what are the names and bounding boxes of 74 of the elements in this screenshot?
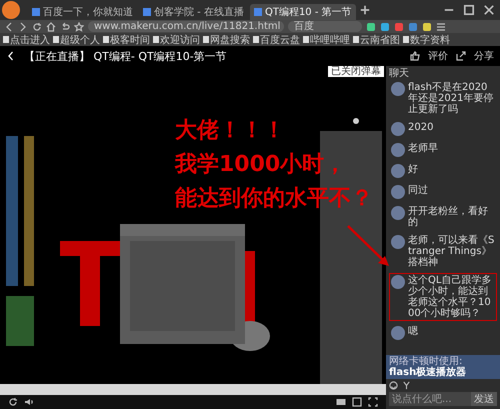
- close-icon[interactable]: [482, 3, 496, 17]
- action-link[interactable]: 分享: [474, 49, 494, 63]
- bookmark-icon: [153, 36, 159, 43]
- chat-message: 开开老粉丝，看好的: [408, 206, 489, 228]
- avatar-icon: [391, 143, 405, 157]
- reload-icon[interactable]: [32, 22, 42, 32]
- bookmark-link[interactable]: 点击进入: [10, 33, 50, 46]
- annotation-text: 能达到你的水平不？: [175, 185, 373, 213]
- thumbs-up-icon[interactable]: [410, 51, 420, 61]
- bookmark-link[interactable]: 百度云盘: [260, 33, 300, 46]
- subtitles-icon[interactable]: [336, 397, 346, 407]
- bookmark-icon: [103, 36, 109, 43]
- bookmark-link[interactable]: 极客时间: [110, 33, 150, 46]
- chat-message: 嗯: [408, 326, 418, 339]
- screen-icon[interactable]: [352, 397, 362, 407]
- message-input[interactable]: 说点什么吧...: [389, 392, 471, 406]
- send-button[interactable]: 发送: [471, 392, 497, 406]
- arrow: [345, 224, 391, 268]
- maximize-icon[interactable]: [462, 3, 476, 17]
- page-icon: [143, 8, 151, 16]
- avatar-icon: [391, 235, 405, 249]
- bookmark-icon: [203, 36, 209, 43]
- forward-icon[interactable]: [18, 22, 28, 32]
- bookmark-icon: [3, 36, 9, 43]
- chat-message: 好: [408, 164, 418, 177]
- avatar-icon: [391, 164, 405, 178]
- address-field[interactable]: www.makeru.com.cn/live/11821.html: [88, 21, 284, 32]
- volume-icon[interactable]: [24, 397, 34, 407]
- notice-text: 网络卡顿时使用:: [389, 356, 462, 367]
- back-icon[interactable]: [6, 51, 16, 61]
- star-icon[interactable]: [74, 22, 84, 32]
- annotation-text: 我学1000小时，: [175, 151, 346, 179]
- bookmark-link[interactable]: 云南省图: [360, 33, 400, 46]
- bookmark-icon: [253, 36, 259, 43]
- avatar-icon: [391, 122, 405, 136]
- emoji-icon[interactable]: [389, 381, 398, 390]
- chat-message: 同过: [408, 185, 428, 198]
- chat-message: 老师早: [408, 143, 438, 156]
- chat-message: 老师，可以来看《Stranger Things》搭档神: [408, 235, 495, 268]
- bookmark-icon: [53, 36, 59, 43]
- bookmark-icon: [353, 36, 359, 43]
- bookmark-link[interactable]: 数字资料: [410, 33, 450, 46]
- chat-message: flash不是在2020年还是2021年要停止更新了吗: [408, 82, 494, 115]
- avatar-icon: [391, 82, 405, 96]
- bookmark-link[interactable]: 网盘搜索: [210, 33, 250, 46]
- home-icon[interactable]: [46, 22, 56, 32]
- share-icon[interactable]: [456, 51, 466, 61]
- chat-message: 这个QL自己跟学多少个小时，能达到老师这个水平？1000个小时够吗？: [408, 275, 492, 319]
- bookmark-icon: [303, 36, 309, 43]
- page-icon: [254, 8, 262, 16]
- live-title: 【正在直播】 QT编程- QT编程10-第一节: [24, 48, 227, 64]
- bookmark-link[interactable]: 超级个人: [60, 33, 100, 46]
- player-link[interactable]: flash极速播放器: [389, 367, 466, 378]
- bookmark-link[interactable]: 哔哩哔哩: [310, 33, 350, 46]
- menu-icon[interactable]: [436, 22, 446, 32]
- reload-icon[interactable]: [8, 397, 18, 407]
- chat-title: 聊天: [389, 68, 410, 80]
- chat-message: 2020: [408, 122, 434, 135]
- page-icon: [32, 8, 40, 16]
- avatar-icon: [391, 185, 405, 199]
- undo-icon[interactable]: [60, 22, 70, 32]
- browser-logo-icon[interactable]: [2, 1, 20, 19]
- avatar-icon: [391, 275, 405, 289]
- browser-tab[interactable]: 百度一下，你就知道: [28, 4, 137, 20]
- browser-tab[interactable]: 创客学院 - 在线直播: [139, 4, 248, 20]
- fullscreen-icon[interactable]: [368, 397, 378, 407]
- search-field[interactable]: 百度: [288, 21, 362, 32]
- avatar-icon: [391, 206, 405, 220]
- action-link[interactable]: 评价: [428, 49, 448, 63]
- bookmark-link[interactable]: 欢迎访问: [160, 33, 200, 46]
- avatar-icon: [391, 326, 405, 340]
- annotation-text: 大佬！！！: [175, 117, 285, 145]
- browser-tab[interactable]: QT编程10 - 第一节: [250, 4, 356, 20]
- bookmark-icon: [403, 36, 409, 43]
